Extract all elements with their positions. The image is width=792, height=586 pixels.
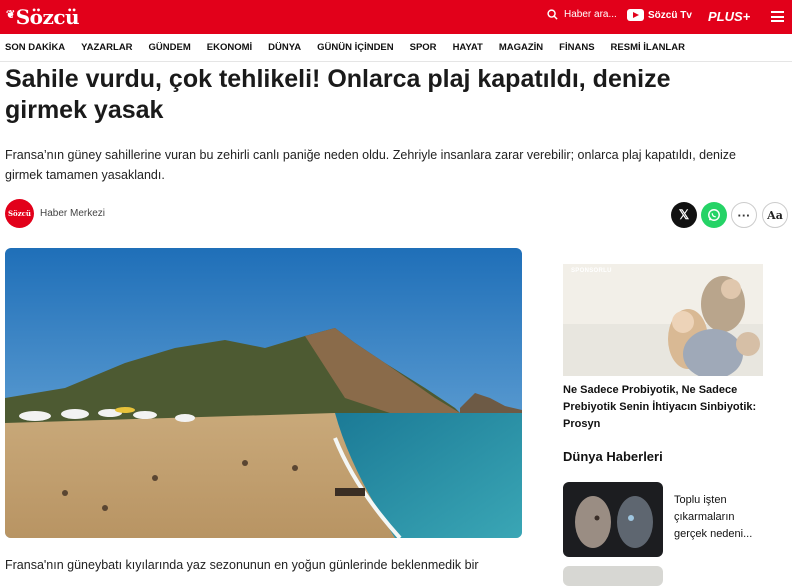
more-share-button[interactable]: ···	[731, 202, 757, 228]
logo-text: Sözcü	[15, 5, 80, 29]
author-byline[interactable]: Sözcü Haber Merkezi	[5, 199, 105, 228]
share-whatsapp-button[interactable]	[701, 202, 727, 228]
search-button[interactable]: Haber ara...	[547, 9, 617, 20]
sponsored-label: SPONSORLU	[571, 268, 612, 274]
search-icon	[547, 9, 558, 20]
article-summary: Fransa’nın güney sahillerine vuran bu ze…	[5, 148, 736, 182]
nav-item-finans[interactable]: FİNANS	[559, 42, 594, 53]
more-icon: ···	[737, 207, 751, 223]
sozcu-tv-link[interactable]: Sözcü Tv	[627, 9, 692, 21]
youtube-icon	[627, 9, 644, 21]
author-name: Haber Merkezi	[40, 208, 106, 219]
nav-item-magazin[interactable]: MAGAZİN	[499, 42, 543, 53]
site-logo[interactable]: ❦ Sözcü	[6, 4, 80, 30]
x-icon: 𝕏	[678, 207, 690, 222]
article-title: Sahile vurdu, çok tehlikeli! Onlarca pla…	[5, 65, 671, 124]
section-title: Dünya Haberleri	[563, 449, 663, 464]
robot-human-photo	[563, 482, 663, 557]
hamburger-menu-icon[interactable]	[771, 11, 784, 22]
nav-item-gundem[interactable]: GÜNDEM	[149, 42, 191, 53]
font-size-icon: Aa	[767, 208, 783, 222]
article-main-image	[5, 248, 522, 538]
share-x-button[interactable]: 𝕏	[671, 202, 697, 228]
article-body: Fransa'nın güneybatı kıyılarında yaz sez…	[5, 558, 479, 572]
tv-label: Sözcü Tv	[648, 9, 692, 21]
news-thumbnail-2[interactable]	[563, 566, 663, 586]
plus-link[interactable]: PLUS+	[708, 9, 750, 24]
nav-item-hayat[interactable]: HAYAT	[453, 42, 483, 53]
top-bar: ❦ Sözcü Haber ara... Sözcü Tv PLUS+	[0, 0, 792, 34]
logo-mark-icon: ❦	[6, 7, 15, 21]
news-title[interactable]: Toplu işten çıkarmaların gerçek nedeni..…	[674, 492, 764, 543]
font-size-button[interactable]: Aa	[762, 202, 788, 228]
nav-item-resmi-ilanlar[interactable]: RESMİ İLANLAR	[611, 42, 685, 53]
family-photo	[563, 264, 763, 376]
nav-item-yazarlar[interactable]: YAZARLAR	[81, 42, 132, 53]
nav-item-ekonomi[interactable]: EKONOMİ	[207, 42, 252, 53]
nav-item-spor[interactable]: SPOR	[410, 42, 437, 53]
news-thumbnail[interactable]	[563, 482, 663, 557]
search-label: Haber ara...	[564, 9, 617, 20]
ad-title[interactable]: Ne Sadece Probiyotik, Ne Sadece Prebiyot…	[563, 382, 768, 433]
nav-item-son-dakika[interactable]: SON DAKİKA	[5, 42, 65, 53]
nav-item-gunun-icinden[interactable]: GÜNÜN İÇİNDEN	[317, 42, 394, 53]
category-nav: SON DAKİKA YAZARLAR GÜNDEM EKONOMİ DÜNYA…	[0, 34, 792, 62]
beach-photo	[5, 248, 522, 538]
nav-item-dunya[interactable]: DÜNYA	[268, 42, 301, 53]
whatsapp-icon	[708, 209, 720, 221]
sponsored-ad-image[interactable]: SPONSORLU	[563, 264, 763, 376]
author-avatar: Sözcü	[5, 199, 34, 228]
